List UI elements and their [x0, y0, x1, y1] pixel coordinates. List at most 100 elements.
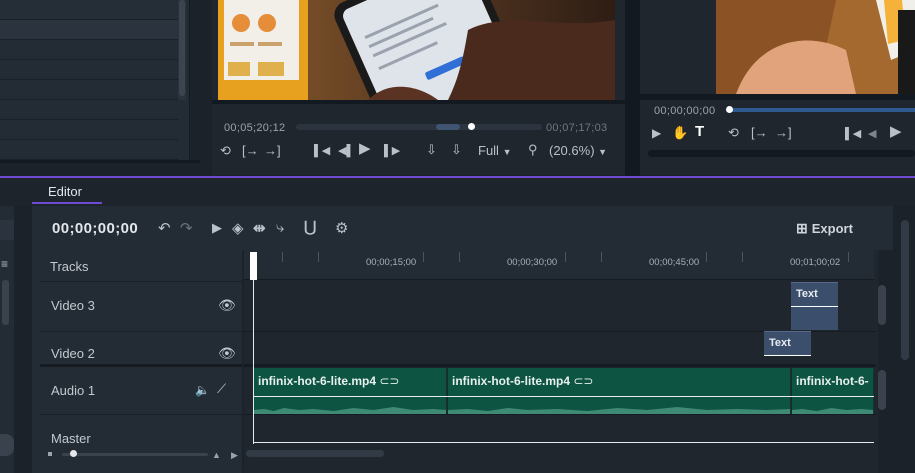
loop-icon[interactable]: ⟲	[220, 143, 231, 159]
timeline-zoom-handle[interactable]	[70, 450, 77, 457]
list-row[interactable]	[0, 140, 178, 160]
hand-tool-icon[interactable]: ✋	[672, 125, 688, 141]
timeline-ruler[interactable]	[244, 250, 874, 280]
export-button[interactable]: ⊞ Export	[796, 220, 853, 237]
text-clip[interactable]: Text	[764, 331, 811, 356]
mark-out-icon[interactable]: →]	[264, 143, 281, 159]
program-zoom-bar[interactable]	[648, 150, 915, 157]
next-frame-icon[interactable]: ▌▶	[384, 143, 400, 159]
audio-waveform	[448, 407, 790, 414]
split-tool-icon[interactable]: ⇹	[253, 219, 266, 237]
link-icon: ⊂⊃	[573, 374, 594, 388]
gear-icon[interactable]: ⚙	[335, 219, 348, 237]
tracks-heading: Tracks	[50, 259, 89, 274]
track-label-master[interactable]: Master	[51, 431, 91, 446]
redo-icon[interactable]: ↷	[180, 219, 193, 237]
list-row[interactable]	[0, 40, 178, 60]
chevron-down-icon: ▼	[502, 147, 512, 157]
ruler-tick	[601, 252, 602, 262]
play-icon[interactable]: ▶	[359, 141, 371, 157]
tab-editor[interactable]: Editor	[32, 178, 102, 204]
scroll-right-icon[interactable]: ▶	[231, 450, 238, 461]
playhead-line[interactable]	[253, 252, 254, 444]
timeline-area[interactable]	[244, 250, 878, 473]
prev-frame-icon[interactable]: ◀	[868, 126, 876, 142]
text-tool-icon[interactable]: T	[695, 124, 704, 140]
zoom-dropdown[interactable]: (20.6%) ▼	[549, 143, 607, 160]
timeline-zoom-slider[interactable]	[62, 453, 208, 456]
audio-clip[interactable]: infinix-hot-6-lite.mp4 ⊂⊃	[448, 368, 791, 414]
audio-keyframe-icon[interactable]: ⟋	[217, 381, 226, 397]
media-list-panel	[0, 0, 190, 160]
list-row[interactable]	[0, 60, 178, 80]
track-row-divider	[244, 414, 876, 415]
ruler-label: 00;00;45;00	[649, 257, 700, 268]
list-row[interactable]	[0, 80, 178, 100]
play-icon[interactable]: ▶	[890, 124, 902, 140]
timeline-hscroll-thumb[interactable]	[246, 450, 384, 457]
ruler-tick	[565, 252, 566, 262]
editor-tabbar	[0, 176, 915, 206]
ruler-tick	[459, 252, 460, 262]
source-scrubber[interactable]	[296, 124, 542, 130]
insert-icon[interactable]: ⇩	[426, 142, 437, 158]
playhead-handle[interactable]	[250, 252, 257, 280]
list-row[interactable]	[0, 120, 178, 140]
ruler-tick	[423, 252, 424, 262]
list-view-icon[interactable]: ≡	[1, 256, 8, 272]
zoom-out-icon[interactable]	[48, 452, 52, 456]
export-label: Export	[811, 221, 853, 236]
loop-icon[interactable]: ⟲	[728, 125, 739, 141]
razor-tool-icon[interactable]: ◈	[232, 219, 244, 237]
undo-icon[interactable]: ↶	[158, 219, 171, 237]
eye-icon[interactable]: 👁	[218, 345, 236, 362]
list-row[interactable]	[0, 0, 178, 20]
mark-in-icon[interactable]: [→	[242, 143, 259, 159]
slip-tool-icon[interactable]: ⤷	[276, 219, 284, 236]
mark-out-icon[interactable]: →]	[775, 125, 792, 141]
ruler-tick	[848, 252, 849, 262]
program-scrubber[interactable]	[728, 108, 915, 112]
media-list-scroll-thumb[interactable]	[179, 0, 185, 96]
left-panel-row[interactable]	[0, 220, 14, 240]
selection-tool-icon[interactable]: ▶	[212, 220, 222, 236]
list-row[interactable]	[0, 100, 178, 120]
quality-value: Full	[478, 143, 499, 158]
zoom-in-icon[interactable]: ▲	[212, 450, 221, 460]
audio-clip[interactable]: infinix-hot-6-	[792, 368, 874, 414]
mark-in-icon[interactable]: [→	[751, 125, 768, 141]
track-label-audio-1[interactable]: Audio 1	[51, 383, 95, 398]
text-clip-label: Text	[796, 288, 818, 300]
list-row[interactable]	[0, 20, 178, 40]
zoom-icon[interactable]: ⚲	[528, 142, 538, 158]
timeline-timecode[interactable]: 00;00;00;00	[52, 220, 138, 237]
audio-clip[interactable]: infinix-hot-6-lite.mp4 ⊂⊃	[254, 368, 447, 414]
timeline-vscroll-thumb[interactable]	[878, 370, 886, 410]
program-scrubber-handle[interactable]	[726, 106, 733, 113]
audio-volume-line[interactable]	[254, 396, 874, 397]
timeline-vscroll-thumb[interactable]	[878, 285, 886, 325]
overwrite-icon[interactable]: ⇩	[451, 142, 462, 158]
select-tool-icon[interactable]: ▶	[652, 125, 661, 141]
quality-dropdown[interactable]: Full ▼	[478, 143, 512, 160]
track-label-video-3[interactable]: Video 3	[51, 298, 95, 313]
program-current-time: 00;00;00;00	[654, 105, 716, 117]
audio-clip-label: infinix-hot-6-lite.mp4	[452, 374, 570, 388]
source-scrubber-handle[interactable]	[468, 123, 475, 130]
track-divider	[40, 364, 242, 367]
left-panel-toggle[interactable]	[0, 434, 14, 456]
eye-icon[interactable]: 👁	[218, 297, 236, 314]
speaker-icon[interactable]: 🔈	[195, 383, 210, 397]
step-back-icon[interactable]: ▌◀	[314, 143, 330, 159]
track-label-video-2[interactable]: Video 2	[51, 346, 95, 361]
left-panel-scrollbar[interactable]	[2, 280, 9, 325]
master-volume-line[interactable]	[253, 442, 874, 443]
ruler-label: 00;01;00;02	[790, 257, 841, 268]
editor-vscroll-thumb[interactable]	[901, 220, 909, 360]
prev-frame-icon[interactable]: ◀▌	[338, 143, 354, 159]
text-clip-line	[791, 306, 838, 307]
step-back-icon[interactable]: ▌◀	[845, 126, 861, 142]
ruler-label: 00;00;15;00	[366, 257, 417, 268]
magnet-icon[interactable]: ⋃	[304, 218, 316, 236]
source-scrubber-range[interactable]	[436, 124, 460, 130]
